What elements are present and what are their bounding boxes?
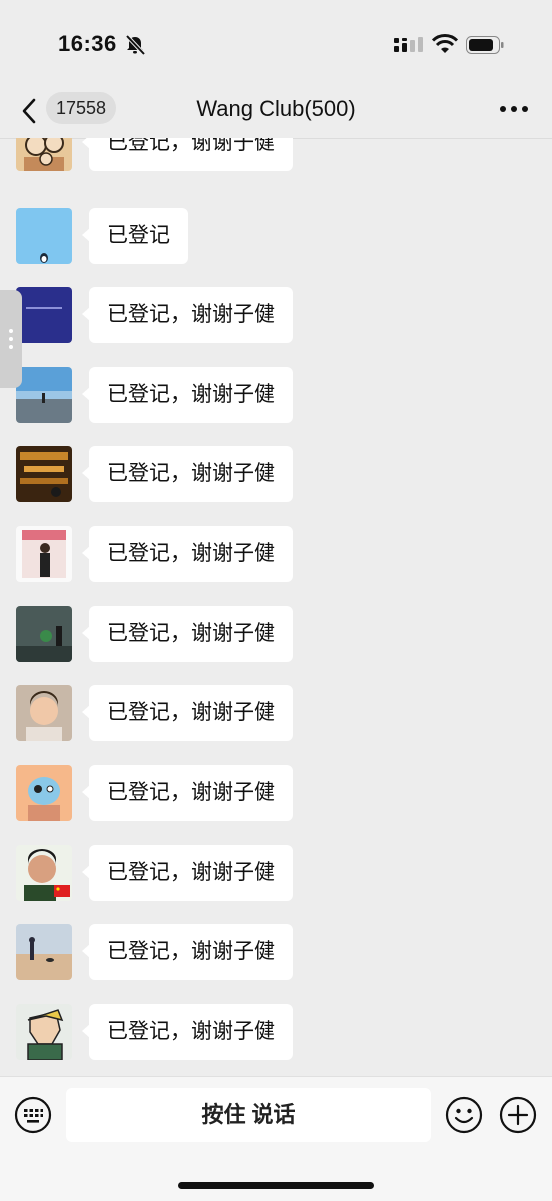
emoji-icon[interactable] [445, 1096, 483, 1134]
message-bubble[interactable]: 已登记，谢谢子健 [82, 1004, 293, 1060]
sender-avatar[interactable] [16, 526, 72, 582]
message-row: 已登记，谢谢子健 [0, 367, 552, 425]
side-drawer-handle[interactable] [0, 290, 22, 388]
home-indicator[interactable] [178, 1182, 374, 1189]
sender-avatar[interactable] [16, 924, 72, 980]
message-row: 已登记，谢谢子健 [0, 526, 552, 584]
message-row: 已登记，谢谢子健 [0, 924, 552, 982]
message-bubble[interactable]: 已登记，谢谢子健 [82, 138, 293, 171]
message-bubble[interactable]: 已登记，谢谢子健 [82, 845, 293, 901]
sender-avatar[interactable] [16, 367, 72, 423]
message-row: 已登记 [0, 208, 552, 266]
message-row: 已登记，谢谢子健 [0, 138, 552, 173]
sender-avatar[interactable] [16, 845, 72, 901]
message-row: 已登记，谢谢子健 [0, 287, 552, 345]
message-row: 已登记，谢谢子健 [0, 685, 552, 743]
keyboard-icon[interactable] [14, 1096, 52, 1134]
sender-avatar[interactable] [16, 765, 72, 821]
message-row: 已登记，谢谢子健 [0, 765, 552, 823]
status-time: 16:36 [58, 31, 117, 56]
battery-icon [466, 36, 504, 54]
message-row: 已登记，谢谢子健 [0, 1004, 552, 1062]
message-bubble[interactable]: 已登记，谢谢子健 [82, 526, 293, 582]
message-bubble[interactable]: 已登记，谢谢子健 [82, 924, 293, 980]
sender-avatar[interactable] [16, 287, 72, 343]
sender-avatar[interactable] [16, 685, 72, 741]
message-bubble[interactable]: 已登记，谢谢子健 [82, 606, 293, 662]
message-bubble[interactable]: 已登记，谢谢子健 [82, 446, 293, 502]
sender-avatar[interactable] [16, 208, 72, 264]
status-bar: 16:36 [0, 0, 552, 88]
sender-avatar[interactable] [16, 138, 72, 171]
plus-icon[interactable] [499, 1096, 537, 1134]
signal-icon [394, 37, 423, 52]
chat-nav-bar: 17558 Wang Club(500) [0, 88, 552, 139]
message-row: 已登记，谢谢子健 [0, 446, 552, 504]
message-bubble[interactable]: 已登记 [82, 208, 188, 264]
message-bubble[interactable]: 已登记，谢谢子健 [82, 367, 293, 423]
message-row: 已登记，谢谢子健 [0, 845, 552, 903]
message-list[interactable]: 已登记，谢谢子健 已登记 已登记，谢谢子健 已登记，谢谢子健 已登记，谢谢子健 … [0, 138, 552, 1076]
message-bubble[interactable]: 已登记，谢谢子健 [82, 287, 293, 343]
message-bubble[interactable]: 已登记，谢谢子健 [82, 765, 293, 821]
chat-title: Wang Club(500) [196, 96, 356, 121]
sender-avatar[interactable] [16, 606, 72, 662]
sender-avatar[interactable] [16, 446, 72, 502]
wifi-icon [432, 34, 458, 53]
more-icon[interactable] [498, 100, 530, 118]
message-row: 已登记，谢谢子健 [0, 606, 552, 664]
bell-muted-icon [125, 34, 146, 56]
hold-to-talk-button[interactable]: 按住 说话 [66, 1088, 431, 1142]
message-bubble[interactable]: 已登记，谢谢子健 [82, 685, 293, 741]
sender-avatar[interactable] [16, 1004, 72, 1060]
